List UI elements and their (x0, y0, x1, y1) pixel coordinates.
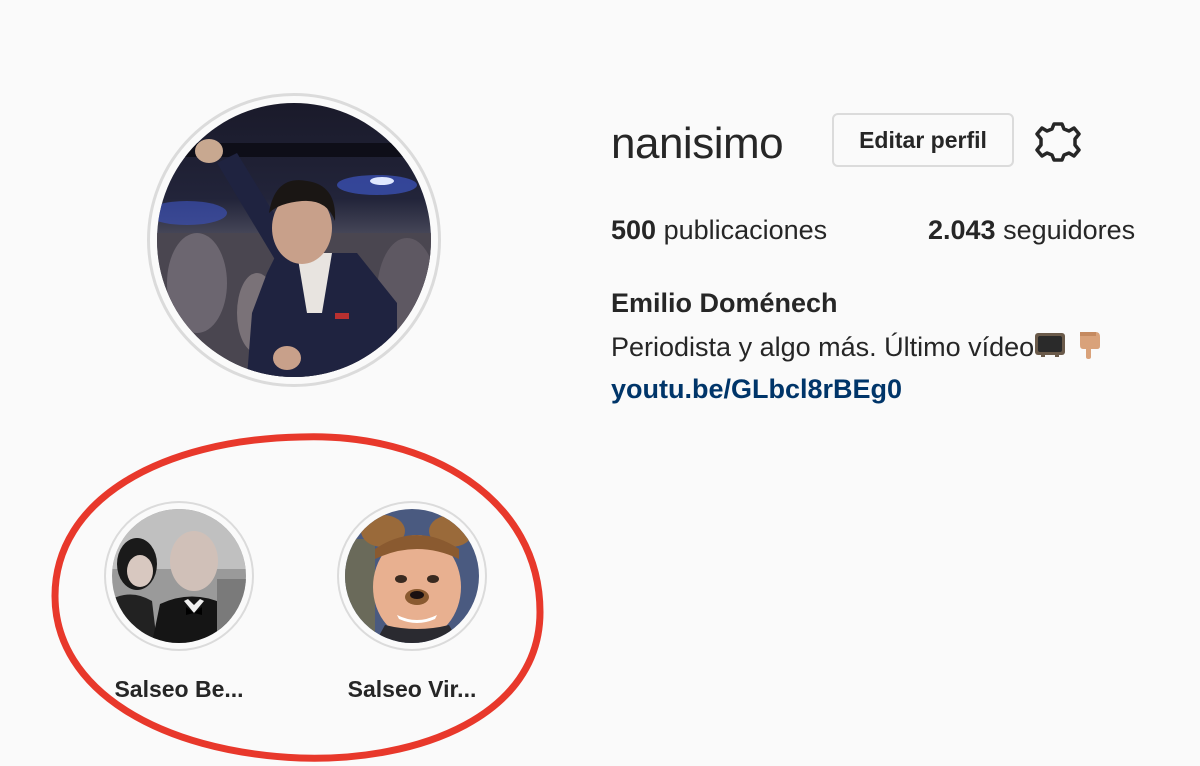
posts-stat: 500 publicaciones (611, 212, 827, 248)
username: nanisimo (611, 119, 784, 168)
profile-avatar[interactable] (157, 103, 431, 377)
full-name: Emilio Doménech (611, 288, 838, 318)
edit-profile-button[interactable]: Editar perfil (832, 113, 1014, 167)
posts-label: publicaciones (663, 215, 828, 245)
highlight-label[interactable]: Salseo Vir... (312, 676, 512, 703)
highlight-cover (112, 509, 246, 643)
followers-stat[interactable]: 2.043 seguidores (928, 212, 1135, 248)
avatar-photo (157, 103, 431, 377)
bio-link[interactable]: youtu.be/GLbcl8rBEg0 (611, 371, 902, 407)
highlight-cover (345, 509, 479, 643)
followers-count: 2.043 (928, 215, 996, 245)
highlight-item[interactable] (104, 501, 254, 651)
highlight-label[interactable]: Salseo Be... (79, 676, 279, 703)
followers-label: seguidores (1003, 215, 1136, 245)
pointing-down-hand-icon (1080, 332, 1101, 359)
highlight-item[interactable] (337, 501, 487, 651)
bio: Periodista y algo más. Último vídeo (611, 329, 1102, 365)
posts-count: 500 (611, 215, 657, 245)
annotation-circle (51, 433, 544, 762)
gear-icon[interactable] (1035, 119, 1081, 165)
television-emoji-icon (1035, 333, 1066, 357)
bio-text: Periodista y algo más. Último vídeo (611, 332, 1035, 362)
